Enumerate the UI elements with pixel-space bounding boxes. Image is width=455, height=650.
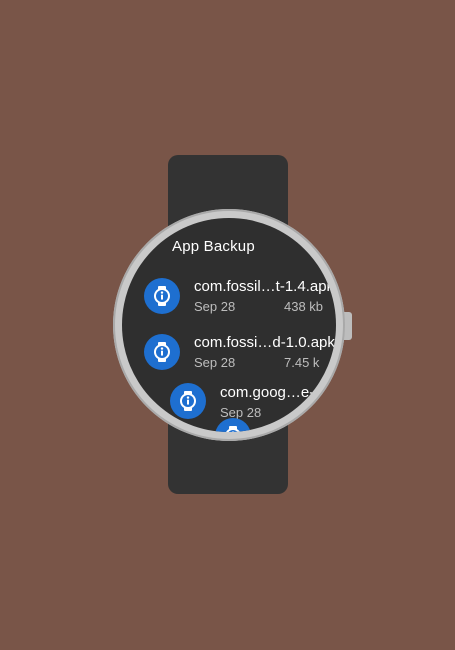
app-file-size: 438 kb xyxy=(284,299,324,314)
watch-info-icon xyxy=(144,278,180,314)
app-file-date: Sep 28 xyxy=(194,299,236,314)
watch-info-icon xyxy=(170,383,206,419)
app-file-name: com.fossil…t-1.4.apk xyxy=(194,278,335,295)
app-title: App Backup xyxy=(172,238,255,255)
app-file-size: 7.45 k xyxy=(284,355,320,370)
app-file-name: com.goog…e-1 xyxy=(220,384,323,401)
watch-screen: App Backup com.fossil…t-1.4.apk Sep 28 4… xyxy=(122,218,336,432)
app-file-name: com.fossi…d-1.0.apk xyxy=(194,334,335,351)
app-file-date: Sep 28 xyxy=(194,355,236,370)
watch-info-icon xyxy=(215,418,251,432)
watch-info-icon xyxy=(144,334,180,370)
